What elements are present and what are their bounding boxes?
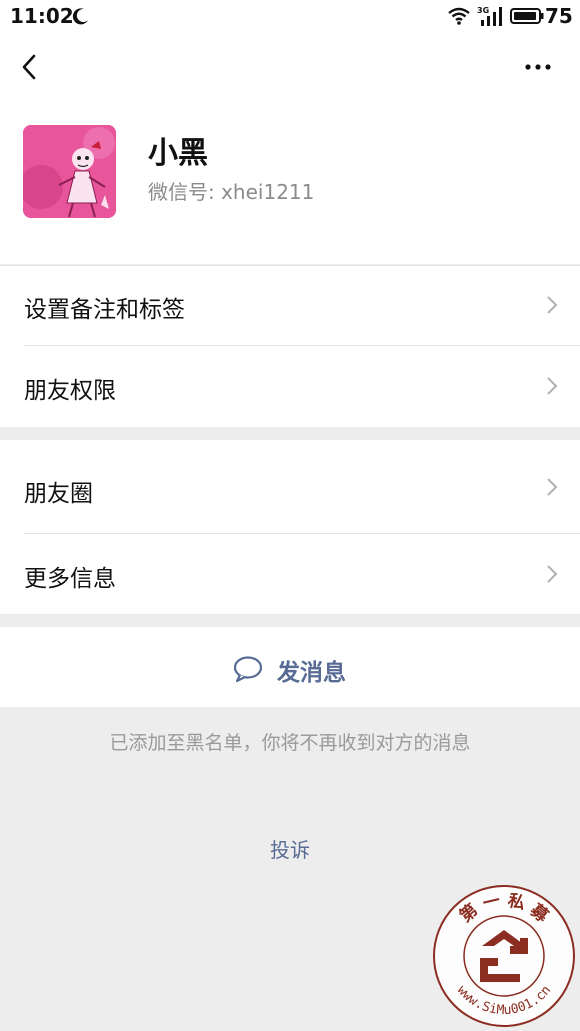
contact-name: 小黑 [148,136,208,171]
wechat-id: 微信号: xhei1211 [148,180,315,204]
set-remark-tags-row[interactable]: 设置备注和标签 [0,265,580,346]
chevron-right-icon [547,478,558,496]
signal-icon: 3G [477,6,502,26]
wifi-icon [448,7,470,25]
battery-percentage: 75 [545,4,573,28]
avatar-image [23,125,116,218]
report-link[interactable]: 投诉 [0,834,580,863]
chevron-right-icon [547,377,558,395]
row-label: 设置备注和标签 [24,297,185,323]
more-options-icon[interactable] [520,60,556,74]
row-label: 朋友圈 [24,481,93,507]
avatar[interactable] [23,125,116,218]
status-bar: 11:02 3G 75 [0,0,580,32]
row-label: 朋友权限 [24,378,116,404]
profile-header: 小黑 微信号: xhei1211 [0,102,580,264]
back-icon[interactable] [14,50,44,84]
watermark-seal: 第 一 私 募 www.SiMu001.cn [433,885,575,1027]
friend-permissions-row[interactable]: 朋友权限 [0,346,580,427]
moon-icon [72,8,88,25]
nav-bar [0,32,580,102]
network-type: 3G [477,6,489,15]
chevron-right-icon [547,296,558,314]
moments-row[interactable]: 朋友圈 [0,440,580,533]
send-message-label: 发消息 [277,660,346,686]
menu-group-info: 朋友圈 更多信息 [0,440,580,614]
blacklist-notice: 已添加至黑名单，你将不再收到对方的消息 [109,732,471,754]
status-time: 11:02 [10,4,74,28]
menu-group-settings: 设置备注和标签 朋友权限 [0,265,580,427]
send-message-button[interactable]: 发消息 [0,627,580,707]
row-label: 更多信息 [24,566,116,592]
chat-bubble-icon [233,656,263,683]
chevron-right-icon [547,565,558,583]
battery-icon [510,8,544,24]
more-info-row[interactable]: 更多信息 [0,534,580,614]
